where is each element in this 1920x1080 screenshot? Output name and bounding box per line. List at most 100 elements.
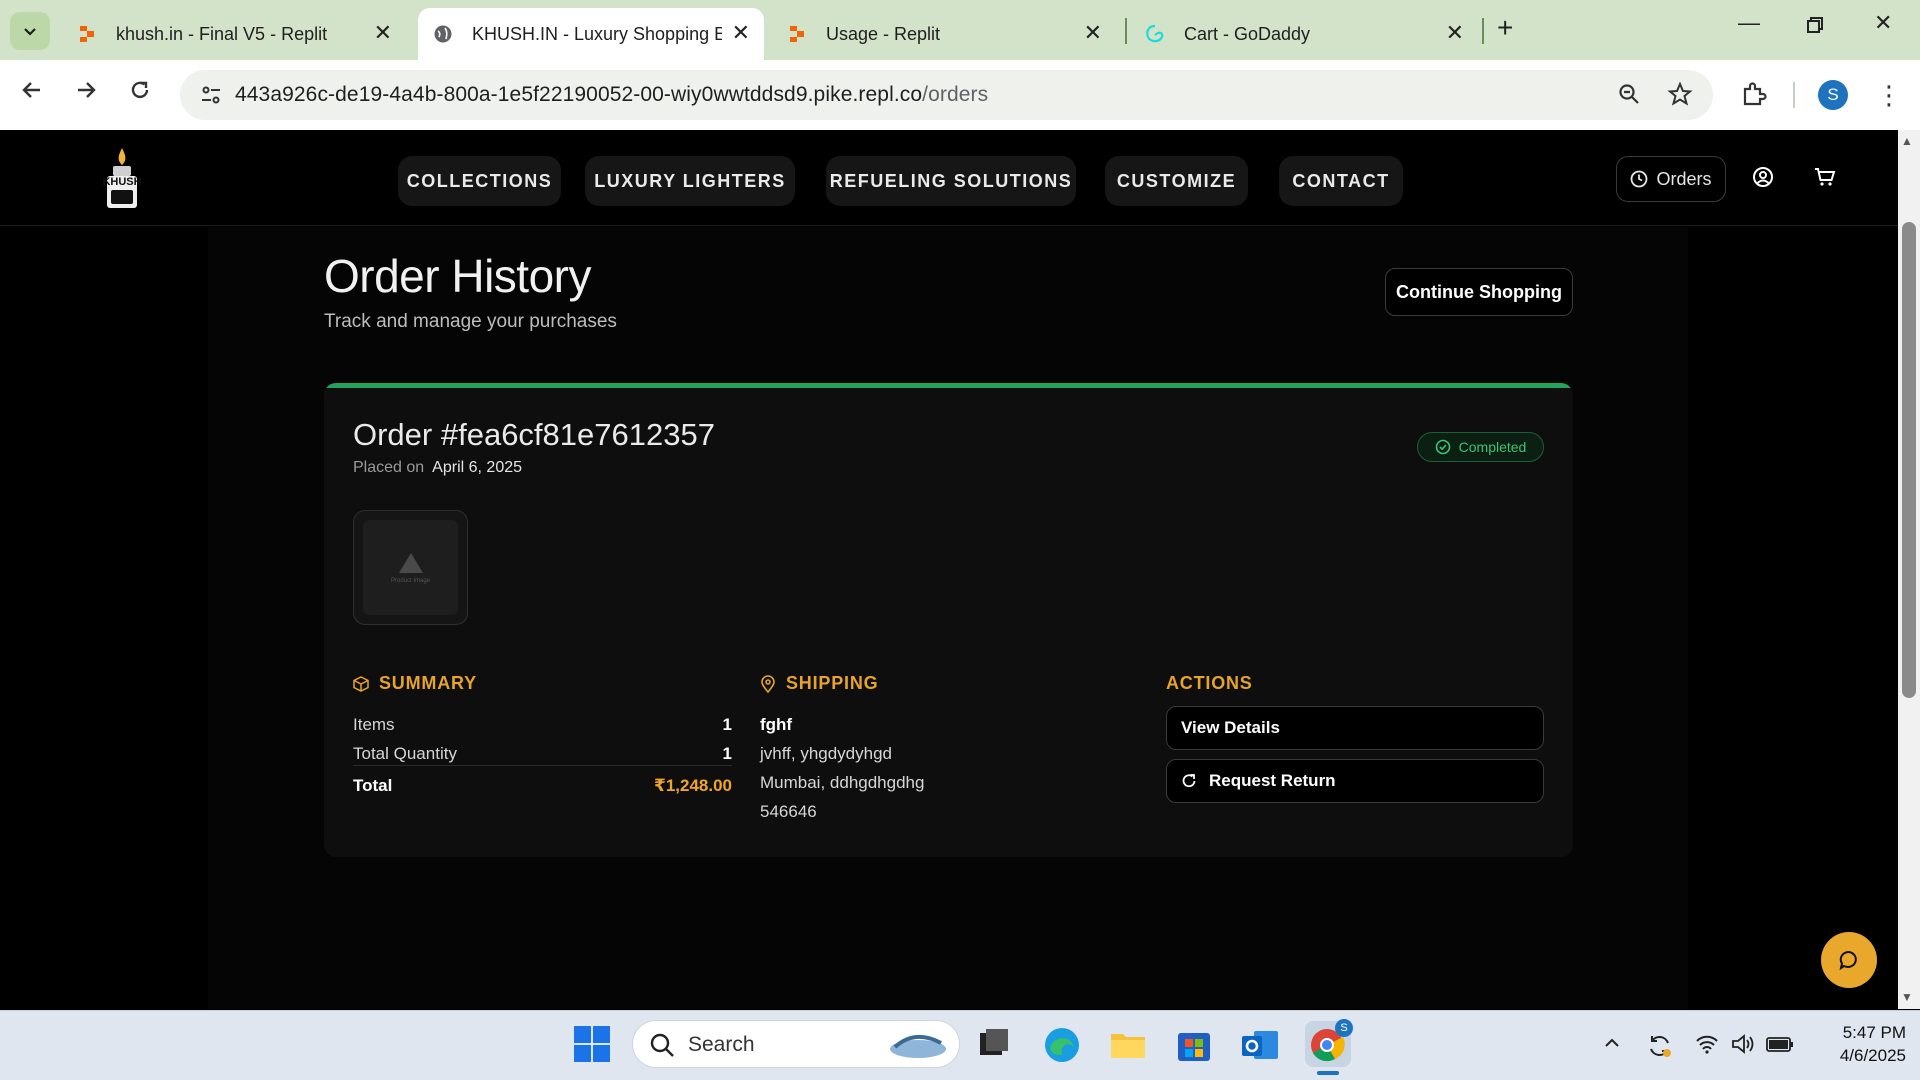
- cart-button[interactable]: [1814, 166, 1840, 192]
- close-icon[interactable]: ✕: [732, 22, 750, 44]
- clock-date: 4/6/2025: [1839, 1046, 1906, 1065]
- tab-usage-replit[interactable]: Usage - Replit ✕: [772, 8, 1112, 60]
- site-info-icon[interactable]: [200, 84, 222, 111]
- total-label: Total: [353, 776, 393, 795]
- shipping-postcode: 546646: [760, 802, 817, 821]
- status-badge: Completed: [1417, 432, 1544, 462]
- check-circle-icon: [1435, 439, 1450, 455]
- zoom-icon[interactable]: [1617, 82, 1641, 111]
- bookmark-star-icon[interactable]: [1667, 81, 1693, 112]
- windows-taskbar: Search S 5:47 PM 4/6/2025: [0, 1010, 1920, 1080]
- reload-button[interactable]: [128, 78, 152, 109]
- address-bar[interactable]: 443a926c-de19-4a4b-800a-1e5f22190052-00-…: [180, 70, 1713, 120]
- orders-label: Orders: [1656, 168, 1712, 189]
- quantity-label: Total Quantity: [353, 744, 457, 763]
- tab-divider: [1125, 18, 1127, 44]
- new-tab-button[interactable]: +: [1497, 12, 1513, 44]
- show-hidden-icons-button[interactable]: [1602, 1033, 1622, 1059]
- windows-logo-icon: [574, 1026, 610, 1062]
- search-icon: [650, 1033, 674, 1057]
- url-host: 443a926c-de19-4a4b-800a-1e5f22190052-00-…: [235, 83, 923, 106]
- volume-icon[interactable]: [1730, 1033, 1756, 1061]
- reload-icon: [131, 81, 149, 99]
- box-icon: [353, 675, 369, 692]
- nav-collections[interactable]: COLLECTIONS: [398, 156, 561, 206]
- order-placed-date: Placed on April 6, 2025: [353, 459, 522, 477]
- product-thumbnail[interactable]: Product Image: [353, 510, 468, 625]
- tab-title: Cart - GoDaddy: [1184, 23, 1311, 44]
- tab-cart-godaddy[interactable]: Cart - GoDaddy ✕: [1130, 8, 1470, 60]
- view-details-button[interactable]: View Details: [1166, 706, 1544, 750]
- menu-kebab-icon[interactable]: ⋮: [1876, 80, 1902, 111]
- active-app-indicator: [1317, 1071, 1339, 1075]
- scrollbar-thumb[interactable]: [1902, 222, 1916, 698]
- replit-icon: [76, 23, 98, 45]
- orders-button[interactable]: Orders: [1616, 156, 1726, 202]
- tab-title: Usage - Replit: [826, 23, 941, 44]
- task-view-icon[interactable]: [976, 1025, 1016, 1065]
- items-label: Items: [353, 715, 395, 734]
- chevron-down-icon: [24, 28, 36, 36]
- continue-shopping-button[interactable]: Continue Shopping: [1385, 268, 1573, 316]
- restore-button[interactable]: [1806, 14, 1824, 40]
- close-icon[interactable]: ✕: [1446, 22, 1464, 44]
- nav-luxury-lighters[interactable]: LUXURY LIGHTERS: [585, 156, 795, 206]
- profile-avatar[interactable]: S: [1818, 80, 1848, 110]
- scroll-down-arrow[interactable]: ▼: [1901, 990, 1913, 1004]
- extensions-icon[interactable]: [1740, 80, 1768, 113]
- start-button[interactable]: [573, 1025, 613, 1065]
- scroll-up-arrow[interactable]: ▲: [1901, 134, 1913, 148]
- close-icon[interactable]: ✕: [374, 22, 392, 44]
- minimize-button[interactable]: —: [1738, 10, 1760, 36]
- nav-customize[interactable]: CUSTOMIZE: [1105, 156, 1248, 206]
- toolbar-divider: [1793, 82, 1795, 108]
- user-circle-icon: [1753, 167, 1773, 187]
- edge-icon[interactable]: [1042, 1025, 1082, 1065]
- close-icon[interactable]: ✕: [1084, 22, 1102, 44]
- khush-logo[interactable]: KHUSH: [96, 146, 148, 210]
- view-details-label: View Details: [1181, 718, 1280, 737]
- shipping-heading-text: SHIPPING: [786, 673, 879, 693]
- clock-time: 5:47 PM: [1842, 1023, 1906, 1042]
- site-header: KHUSH COLLECTIONS LUXURY LIGHTERS REFUEL…: [0, 130, 1898, 226]
- browser-tab-bar: khush.in - Final V5 - Replit ✕ KHUSH.IN …: [0, 0, 1920, 60]
- url-text: 443a926c-de19-4a4b-800a-1e5f22190052-00-…: [235, 83, 988, 107]
- tab-title: khush.in - Final V5 - Replit: [116, 23, 328, 44]
- request-return-label: Request Return: [1209, 771, 1336, 790]
- tab-search-button[interactable]: [10, 12, 50, 50]
- taskbar-search-label: Search: [688, 1033, 755, 1056]
- nav-contact[interactable]: CONTACT: [1279, 156, 1403, 206]
- system-clock[interactable]: 5:47 PM 4/6/2025: [1806, 1021, 1906, 1067]
- cart-icon: [1815, 168, 1836, 186]
- taskbar-search[interactable]: Search: [632, 1020, 960, 1068]
- clock-icon: [1631, 170, 1648, 188]
- sync-icon[interactable]: [1646, 1033, 1674, 1065]
- arrow-left-icon: [22, 82, 40, 98]
- wifi-icon[interactable]: [1695, 1033, 1719, 1061]
- outlook-icon[interactable]: [1240, 1025, 1280, 1065]
- tab-khush-luxury[interactable]: KHUSH.IN - Luxury Shopping Ex ✕: [418, 8, 764, 60]
- placed-date: April 6, 2025: [432, 459, 523, 476]
- file-explorer-icon[interactable]: [1108, 1025, 1148, 1065]
- nav-refueling-solutions[interactable]: REFUELING SOLUTIONS: [826, 156, 1076, 206]
- chrome-icon[interactable]: S: [1305, 1019, 1353, 1075]
- forward-button[interactable]: [74, 78, 98, 109]
- back-button[interactable]: [20, 78, 44, 109]
- close-window-button[interactable]: ✕: [1874, 10, 1892, 36]
- account-button[interactable]: [1752, 166, 1778, 192]
- shipping-name: fghf: [760, 715, 793, 734]
- product-image-caption: Product Image: [390, 577, 431, 584]
- battery-icon[interactable]: [1765, 1033, 1795, 1061]
- order-status-bar: [324, 383, 1573, 388]
- chat-button[interactable]: [1821, 932, 1877, 988]
- arrow-right-icon: [78, 82, 96, 98]
- actions-heading: ACTIONS: [1166, 673, 1253, 693]
- url-path: /orders: [922, 83, 989, 106]
- order-card: Order #fea6cf81e7612357 Placed on April 6…: [324, 383, 1573, 857]
- page-subtitle: Track and manage your purchases: [324, 311, 617, 332]
- microsoft-store-icon[interactable]: [1174, 1025, 1214, 1065]
- tab-replit-final[interactable]: khush.in - Final V5 - Replit ✕: [60, 8, 410, 60]
- summary-heading: SUMMARY: [353, 673, 477, 694]
- request-return-button[interactable]: Request Return: [1166, 759, 1544, 803]
- tab-title: KHUSH.IN - Luxury Shopping Ex: [472, 23, 722, 44]
